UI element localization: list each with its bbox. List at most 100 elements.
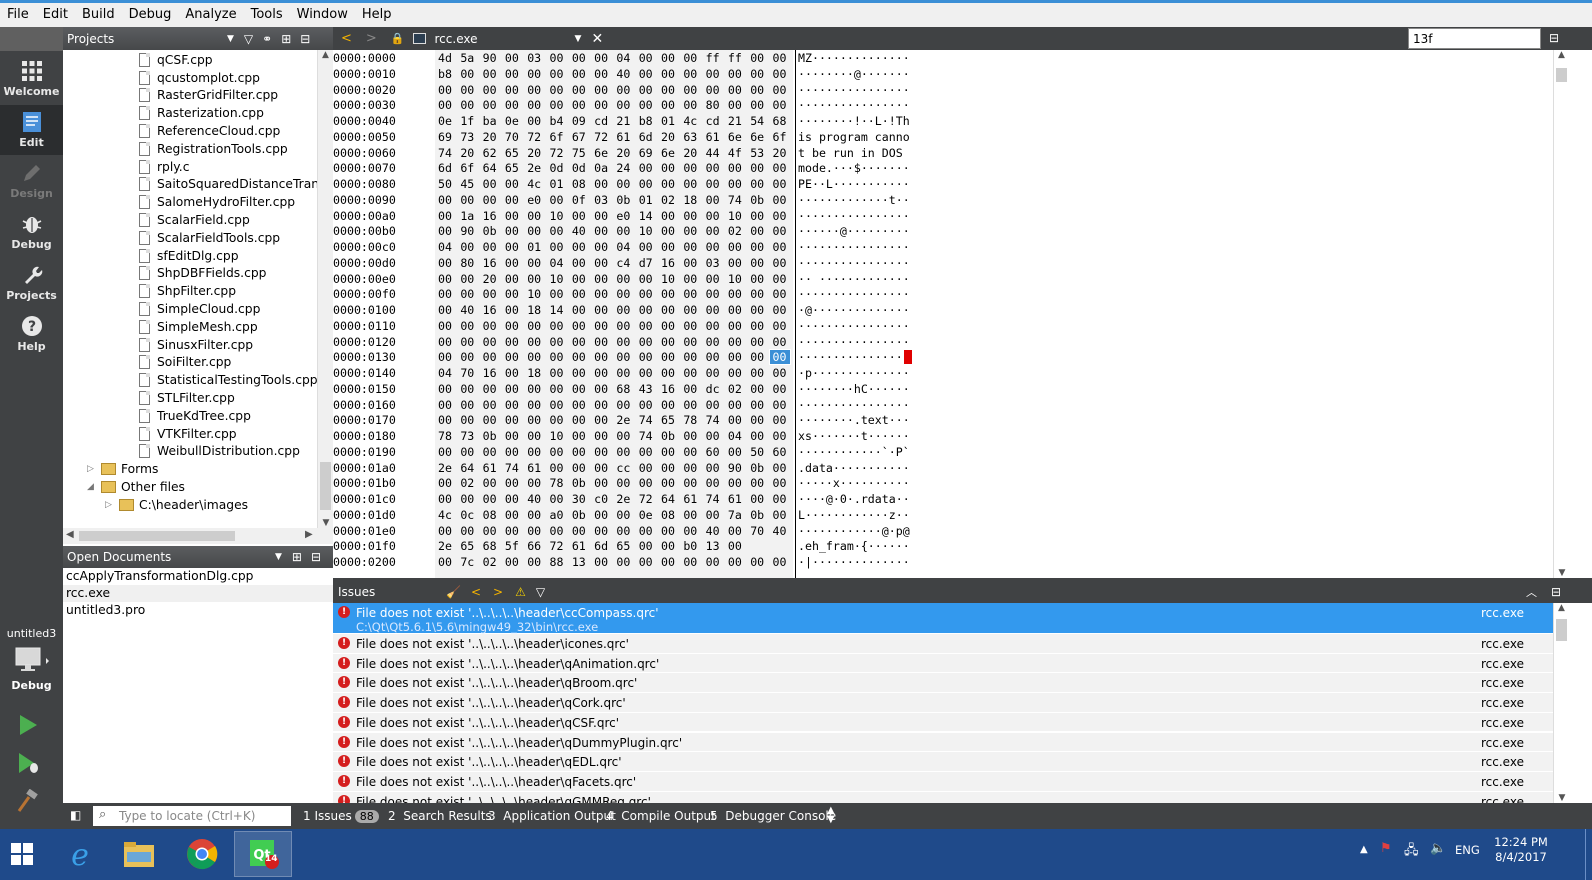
hex-byte[interactable]: 00 [480,67,500,81]
hex-byte[interactable]: 00 [524,114,544,128]
hex-byte[interactable]: 00 [591,476,611,490]
hex-byte[interactable]: 6f [457,161,477,175]
hex-byte[interactable]: 00 [703,335,723,349]
hex-byte[interactable]: 20 [680,146,700,160]
hex-byte[interactable]: 00 [725,350,745,364]
hex-byte[interactable]: 00 [457,240,477,254]
editor-tab-filename[interactable]: rcc.exe [435,32,575,46]
hex-byte[interactable]: 00 [569,240,589,254]
hex-byte[interactable]: 00 [636,98,656,112]
hex-byte[interactable]: 1a [457,209,477,223]
hex-byte[interactable]: 00 [636,398,656,412]
hex-byte[interactable]: 00 [547,193,567,207]
hex-byte[interactable]: 00 [680,555,700,569]
hex-byte[interactable]: 00 [725,177,745,191]
hex-byte[interactable]: 78 [680,413,700,427]
hex-byte[interactable]: 00 [658,539,678,553]
hex-byte[interactable]: 00 [524,445,544,459]
hex-byte[interactable]: 72 [636,492,656,506]
hex-byte[interactable]: 01 [524,240,544,254]
hex-ascii[interactable]: ················ [798,240,910,254]
next-issue-icon[interactable]: > [493,585,503,599]
hex-byte[interactable]: 00 [569,413,589,427]
tree-file-item[interactable]: ShpDBFFields.cpp [139,265,266,283]
hex-byte[interactable]: 7c [457,555,477,569]
hex-byte[interactable]: 18 [524,303,544,317]
hex-byte[interactable]: 69 [636,146,656,160]
hex-byte[interactable]: 00 [502,256,522,270]
hex-byte[interactable]: 00 [658,67,678,81]
hex-byte[interactable]: 00 [747,287,767,301]
hex-byte[interactable]: 00 [569,209,589,223]
hex-byte[interactable]: e0 [613,209,633,223]
hex-byte[interactable]: 20 [770,146,790,160]
hex-byte[interactable]: 4c [435,508,455,522]
hex-byte[interactable]: 00 [524,429,544,443]
tab-debugger-console[interactable]: 5 Debugger Console [710,803,836,829]
hex-ascii[interactable]: ·····x·········· [798,476,910,490]
hex-byte[interactable]: 43 [636,382,656,396]
tree-file-item[interactable]: StatisticalTestingTools.cpp [139,371,317,389]
hex-byte[interactable]: 64 [658,492,678,506]
hex-byte[interactable]: 88 [547,555,567,569]
hex-ascii[interactable]: xs·······t······ [798,429,910,443]
hex-byte[interactable]: 00 [480,287,500,301]
hex-ascii[interactable]: t be run in DOS [798,146,910,160]
hex-byte[interactable]: 00 [747,161,767,175]
hex-byte[interactable]: 40 [569,224,589,238]
hex-byte[interactable]: 4d [435,51,455,65]
menu-tools[interactable]: Tools [244,3,290,27]
hex-byte[interactable]: 00 [770,555,790,569]
hex-byte[interactable]: 00 [703,161,723,175]
hex-byte[interactable]: 08 [480,508,500,522]
hex-byte[interactable]: 61 [613,130,633,144]
hex-byte[interactable]: 00 [770,272,790,286]
hex-byte[interactable]: 6e [725,130,745,144]
hex-byte[interactable]: 00 [547,98,567,112]
hex-byte[interactable]: 00 [547,445,567,459]
hex-byte[interactable]: d7 [636,256,656,270]
hex-byte[interactable]: 00 [636,287,656,301]
hex-byte[interactable]: 40 [613,67,633,81]
hex-byte[interactable]: 00 [480,413,500,427]
hex-byte[interactable]: 00 [435,272,455,286]
hex-byte[interactable]: 14 [636,209,656,223]
tree-file-item[interactable]: TrueKdTree.cpp [139,407,251,425]
menu-build[interactable]: Build [75,3,122,27]
scroll-up-icon[interactable]: ▲ [1554,50,1569,60]
hex-byte[interactable]: 16 [658,256,678,270]
hex-byte[interactable]: 00 [613,555,633,569]
hex-byte[interactable]: 00 [658,287,678,301]
hex-byte[interactable]: 00 [524,382,544,396]
hex-byte[interactable]: 00 [591,272,611,286]
hex-byte[interactable]: 00 [725,240,745,254]
hex-byte[interactable]: 00 [770,287,790,301]
hex-byte[interactable]: 20 [613,146,633,160]
hex-byte[interactable]: 0b [613,193,633,207]
tree-file-item[interactable]: VTKFilter.cpp [139,425,237,443]
hex-byte[interactable]: 00 [547,382,567,396]
hex-byte[interactable]: 00 [457,272,477,286]
scroll-up-icon[interactable]: ▲ [318,50,333,60]
hex-byte[interactable]: 00 [502,366,522,380]
hex-byte[interactable]: 00 [591,524,611,538]
hex-byte[interactable]: 00 [457,492,477,506]
hex-byte[interactable]: 70 [747,524,767,538]
hex-byte[interactable]: 00 [591,366,611,380]
hex-byte[interactable]: 68 [770,114,790,128]
hex-byte[interactable]: 64 [480,161,500,175]
kit-selector[interactable] [14,646,50,679]
issue-row[interactable]: ! File does not exist '..\..\..\..\header… [333,712,1553,733]
debug-run-button[interactable] [16,751,40,778]
hex-byte[interactable]: 00 [680,287,700,301]
hex-byte[interactable]: 00 [547,335,567,349]
hex-byte[interactable]: 00 [457,319,477,333]
hex-byte[interactable]: 00 [747,413,767,427]
hex-byte[interactable]: 00 [569,303,589,317]
hex-byte[interactable]: 00 [480,445,500,459]
hex-byte[interactable]: 6f [770,130,790,144]
start-button[interactable] [0,831,44,877]
hex-ascii[interactable]: ········@······· [798,67,910,81]
hex-byte[interactable]: 00 [636,51,656,65]
show-hidden-icons[interactable]: ▲ [1360,844,1368,855]
